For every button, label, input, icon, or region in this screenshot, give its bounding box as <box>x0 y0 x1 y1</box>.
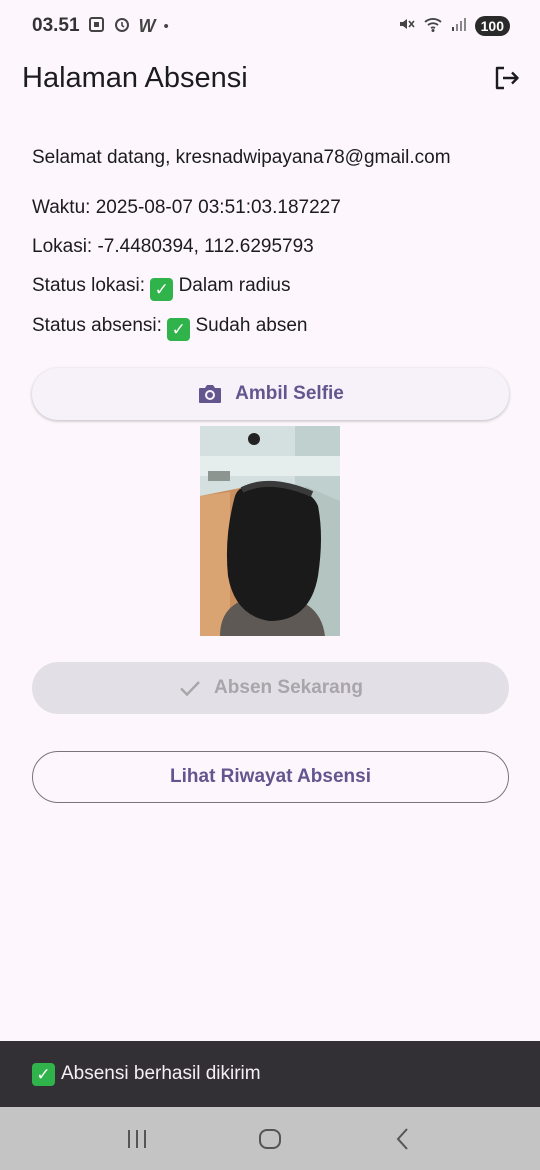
app-bar: Halaman Absensi <box>0 52 540 104</box>
selfie-preview-image <box>200 426 340 636</box>
absence-status-label: Status absensi: <box>32 315 168 336</box>
take-selfie-label: Ambil Selfie <box>235 383 344 404</box>
view-history-label: Lihat Riwayat Absensi <box>170 766 371 787</box>
snackbar: ✓ Absensi berhasil dikirim <box>0 1041 540 1107</box>
mute-icon <box>397 15 415 37</box>
battery-indicator: 100 <box>474 16 510 36</box>
check-icon: ✓ <box>167 318 191 341</box>
system-nav-bar <box>0 1107 540 1170</box>
home-button[interactable] <box>250 1119 290 1159</box>
recent-apps-icon <box>127 1129 146 1148</box>
status-time: 03.51 <box>32 15 80 36</box>
home-icon <box>258 1128 281 1149</box>
w-app-icon: W <box>138 15 156 36</box>
location-text: Lokasi: -7.4480394, 112.6295793 <box>32 236 314 257</box>
check-icon <box>180 681 200 697</box>
location-status-value: Dalam radius <box>178 275 291 296</box>
status-left: 03.51 W • <box>32 15 169 37</box>
logout-icon[interactable] <box>490 62 522 94</box>
location-status-label: Status lokasi: <box>32 275 151 296</box>
alarm-icon <box>113 15 131 37</box>
status-right: 100 <box>397 15 510 37</box>
screenshot-icon <box>88 16 105 37</box>
page-title: Halaman Absensi <box>22 61 248 94</box>
status-bar: 03.51 W • 100 <box>0 0 540 52</box>
recent-apps-button[interactable] <box>117 1119 157 1159</box>
signal-icon <box>451 16 467 36</box>
absence-status-value: Sudah absen <box>195 315 308 336</box>
location-status: Status lokasi: ✓ Dalam radius <box>32 275 291 301</box>
back-button[interactable] <box>383 1119 423 1159</box>
check-icon: ✓ <box>32 1062 55 1086</box>
dot-icon: • <box>163 17 169 35</box>
check-icon: ✓ <box>150 278 174 301</box>
take-selfie-button[interactable]: Ambil Selfie <box>32 368 509 420</box>
welcome-text: Selamat datang, kresnadwipayana78@gmail.… <box>32 147 451 168</box>
back-icon <box>396 1127 409 1150</box>
absen-now-label: Absen Sekarang <box>214 677 363 698</box>
time-text: Waktu: 2025-08-07 03:51:03.187227 <box>32 197 341 218</box>
snackbar-message: Absensi berhasil dikirim <box>61 1063 261 1084</box>
wifi-icon <box>423 15 443 37</box>
view-history-button[interactable]: Lihat Riwayat Absensi <box>32 751 509 803</box>
absence-status: Status absensi: ✓ Sudah absen <box>32 315 307 341</box>
absen-now-button[interactable]: Absen Sekarang <box>32 662 509 714</box>
camera-icon <box>199 385 222 403</box>
